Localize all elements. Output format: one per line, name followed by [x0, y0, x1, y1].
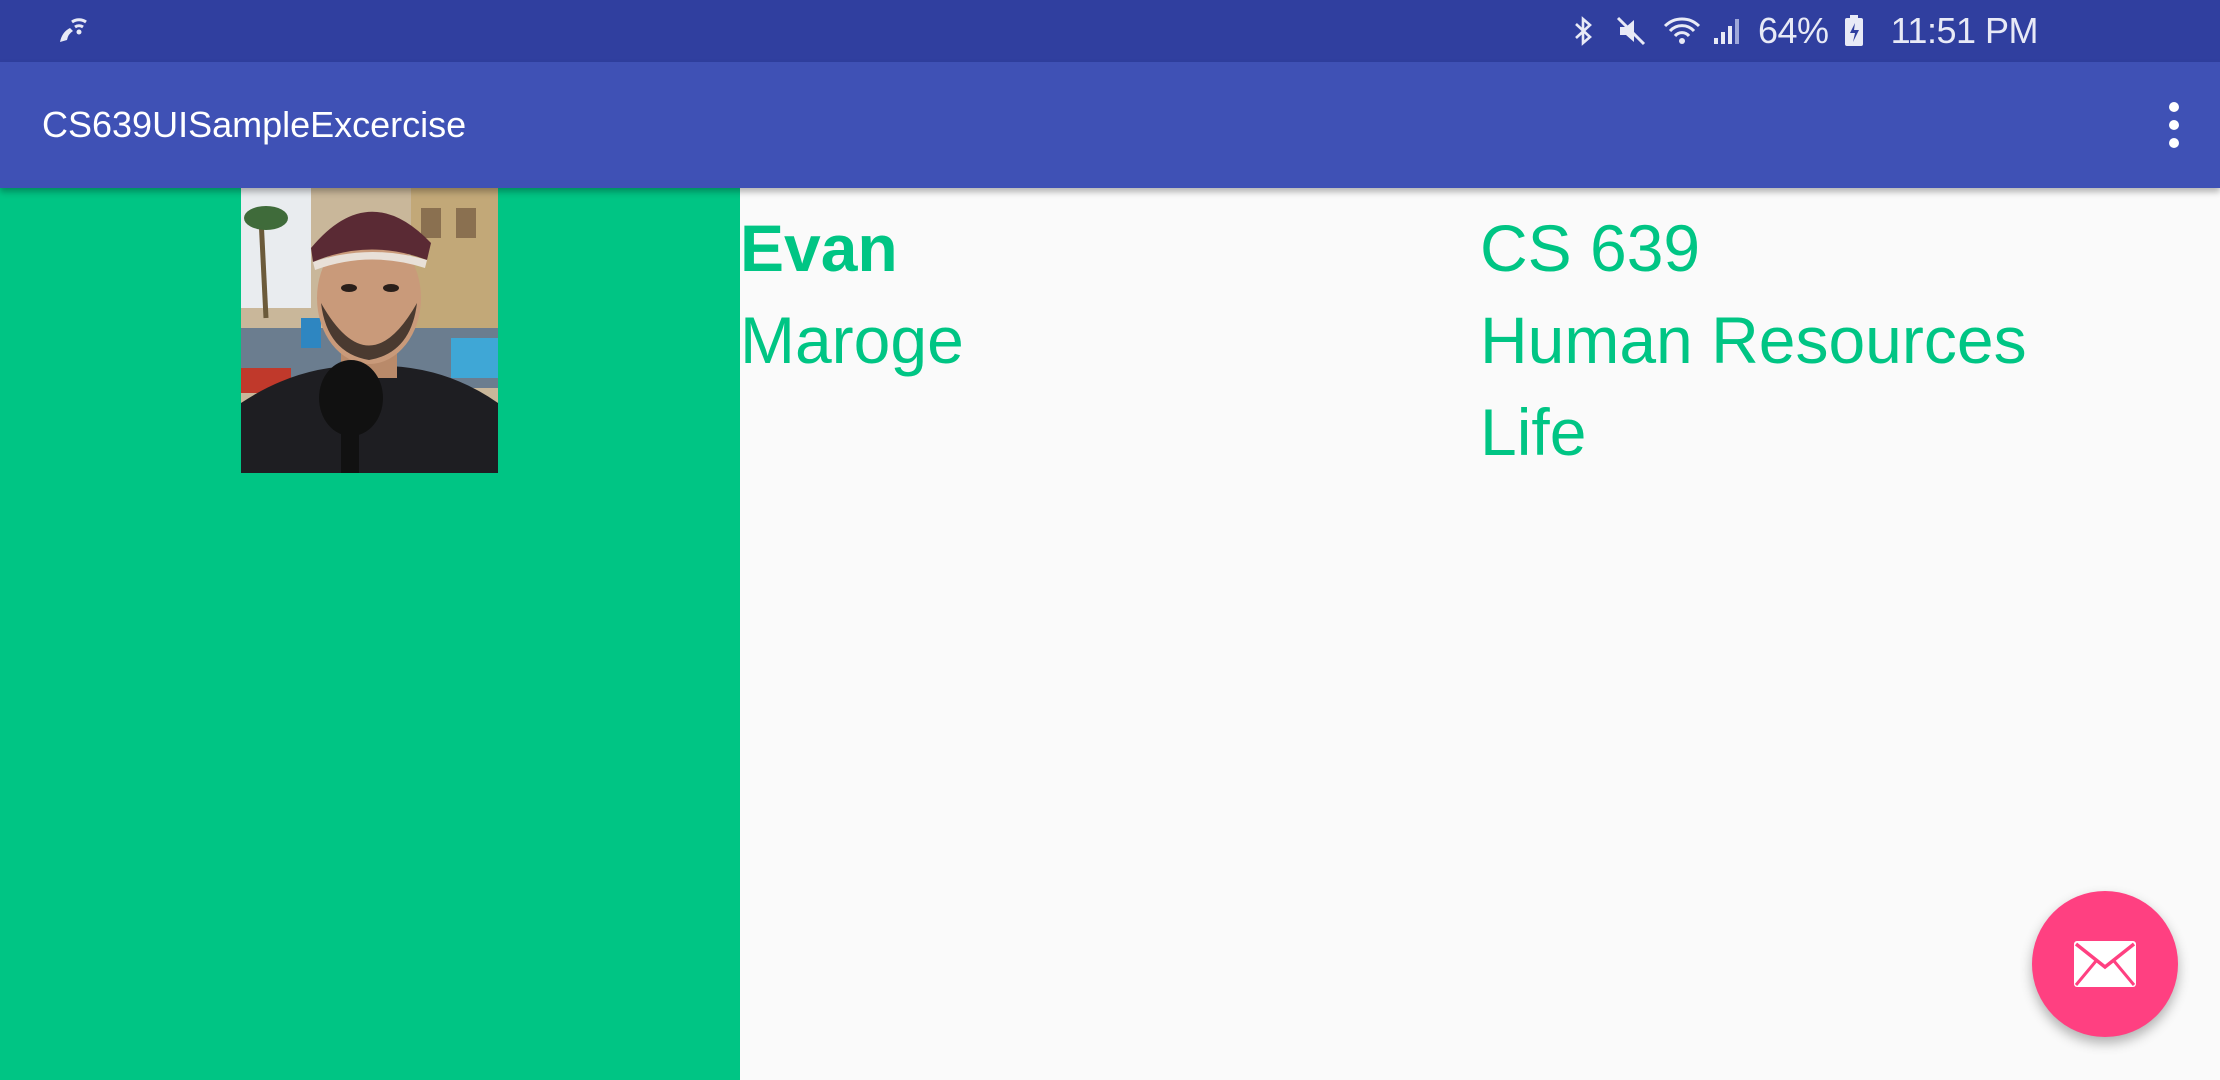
- overflow-menu-button[interactable]: [2142, 93, 2206, 157]
- signal-icon: [1710, 14, 1744, 48]
- mail-icon: [2074, 941, 2136, 987]
- app-title: CS639UISampleExcercise: [42, 104, 467, 145]
- status-bar: 64% 11:51 PM: [0, 0, 2220, 62]
- more-vert-icon: [2169, 102, 2179, 148]
- mute-icon: [1614, 14, 1648, 48]
- bluetooth-icon: [1566, 14, 1600, 48]
- course-subject: Life: [1480, 395, 1587, 469]
- app-bar: CS639UISampleExcercise: [0, 62, 2220, 188]
- name-block: Evan Maroge: [740, 202, 964, 386]
- battery-percent: 64%: [1758, 10, 1829, 51]
- left-panel: [0, 188, 740, 1080]
- course-code: CS 639: [1480, 211, 1701, 285]
- status-time: 11:51 PM: [1890, 10, 2039, 51]
- course-block: CS 639 Human Resources Life: [1480, 202, 2027, 478]
- status-icons: 64% 11:51 PM: [1566, 0, 2039, 62]
- email-fab-button[interactable]: [2032, 891, 2178, 1037]
- right-panel: Evan Maroge CS 639 Human Resources Life: [740, 188, 2220, 1080]
- first-name: Evan: [740, 211, 898, 285]
- profile-photo: [241, 188, 498, 473]
- wifi-calling-icon: [52, 12, 92, 52]
- last-name: Maroge: [740, 303, 964, 377]
- battery-icon: [1843, 14, 1877, 48]
- wifi-icon: [1662, 14, 1701, 48]
- course-department: Human Resources: [1480, 303, 2027, 377]
